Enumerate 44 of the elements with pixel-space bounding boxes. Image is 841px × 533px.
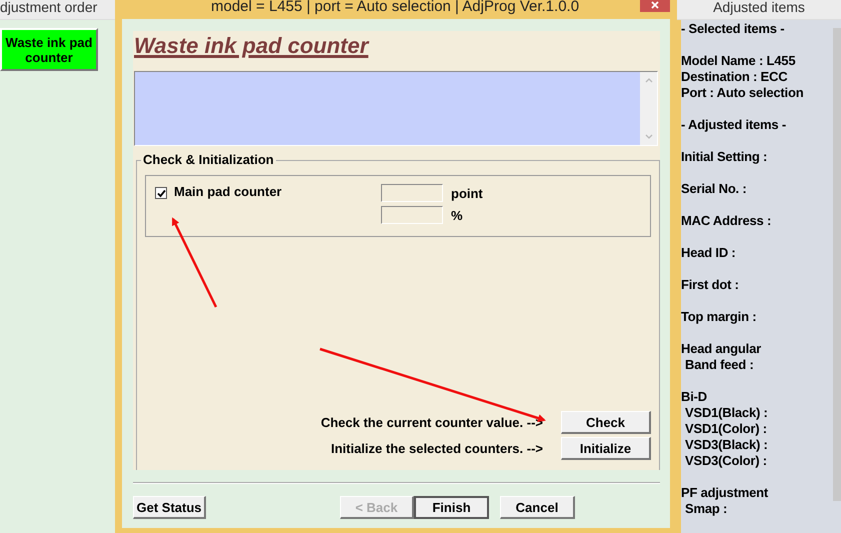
item-label: Smap : <box>684 501 728 517</box>
group-title: Check & Initialization <box>141 153 276 168</box>
item-label: Serial No. : <box>681 181 748 197</box>
item-label: Head ID : <box>681 245 737 261</box>
close-icon <box>649 1 661 11</box>
item-label: Head angular <box>681 341 762 357</box>
item-label: VSD1(Black) : <box>684 405 769 421</box>
panel-title: Adjusted items <box>677 0 841 20</box>
item-label: Band feed : <box>684 357 755 373</box>
adjustment-item[interactable]: Waste ink pad counter <box>0 28 98 71</box>
scroll-up-icon <box>644 76 654 84</box>
item-label: Destination : ECC <box>681 69 788 85</box>
dialog-button[interactable]: Get Status <box>133 496 206 519</box>
item-label: Port : Auto selection <box>681 85 804 101</box>
dialog-button[interactable]: Finish <box>414 496 489 519</box>
checkbox[interactable] <box>155 187 167 200</box>
instruction-text: Initialize the selected counters. --> <box>330 441 543 456</box>
action-button[interactable]: Initialize <box>561 437 651 460</box>
unit-label: point <box>451 186 483 201</box>
item-label: VSD3(Black) : <box>684 437 769 453</box>
item-label: MAC Address : <box>681 213 772 229</box>
item-label: Initial Setting : <box>681 149 768 165</box>
value-field[interactable] <box>381 206 443 224</box>
scrollbar[interactable] <box>640 72 657 146</box>
close-button[interactable] <box>640 0 670 12</box>
dialog-button[interactable]: Cancel <box>500 496 575 519</box>
value-field[interactable] <box>381 184 443 202</box>
item-label: Top margin : <box>681 309 758 325</box>
window-title: model = L455 | port = Auto selection | AdjProg Ver.1.0.0 <box>211 0 580 13</box>
scrollbar[interactable] <box>833 28 841 501</box>
unit-label: % <box>451 208 463 223</box>
item-label: - Adjusted items - <box>681 117 787 133</box>
item-label: Bi-D <box>681 389 708 405</box>
item-label: - Selected items - <box>681 21 786 37</box>
page-heading: Waste ink pad counter <box>133 32 370 60</box>
panel-title: djustment order <box>0 0 115 20</box>
scroll-down-icon <box>644 133 654 142</box>
item-label: VSD1(Color) : <box>684 421 768 437</box>
item-label: Model Name : L455 <box>681 53 796 69</box>
item-label: First dot : <box>681 277 740 293</box>
item-label: VSD3(Color) : <box>684 453 768 469</box>
checkbox-label: Main pad counter <box>174 184 282 200</box>
item-label: PF adjustment <box>681 485 769 501</box>
action-button[interactable]: Check <box>561 411 651 434</box>
